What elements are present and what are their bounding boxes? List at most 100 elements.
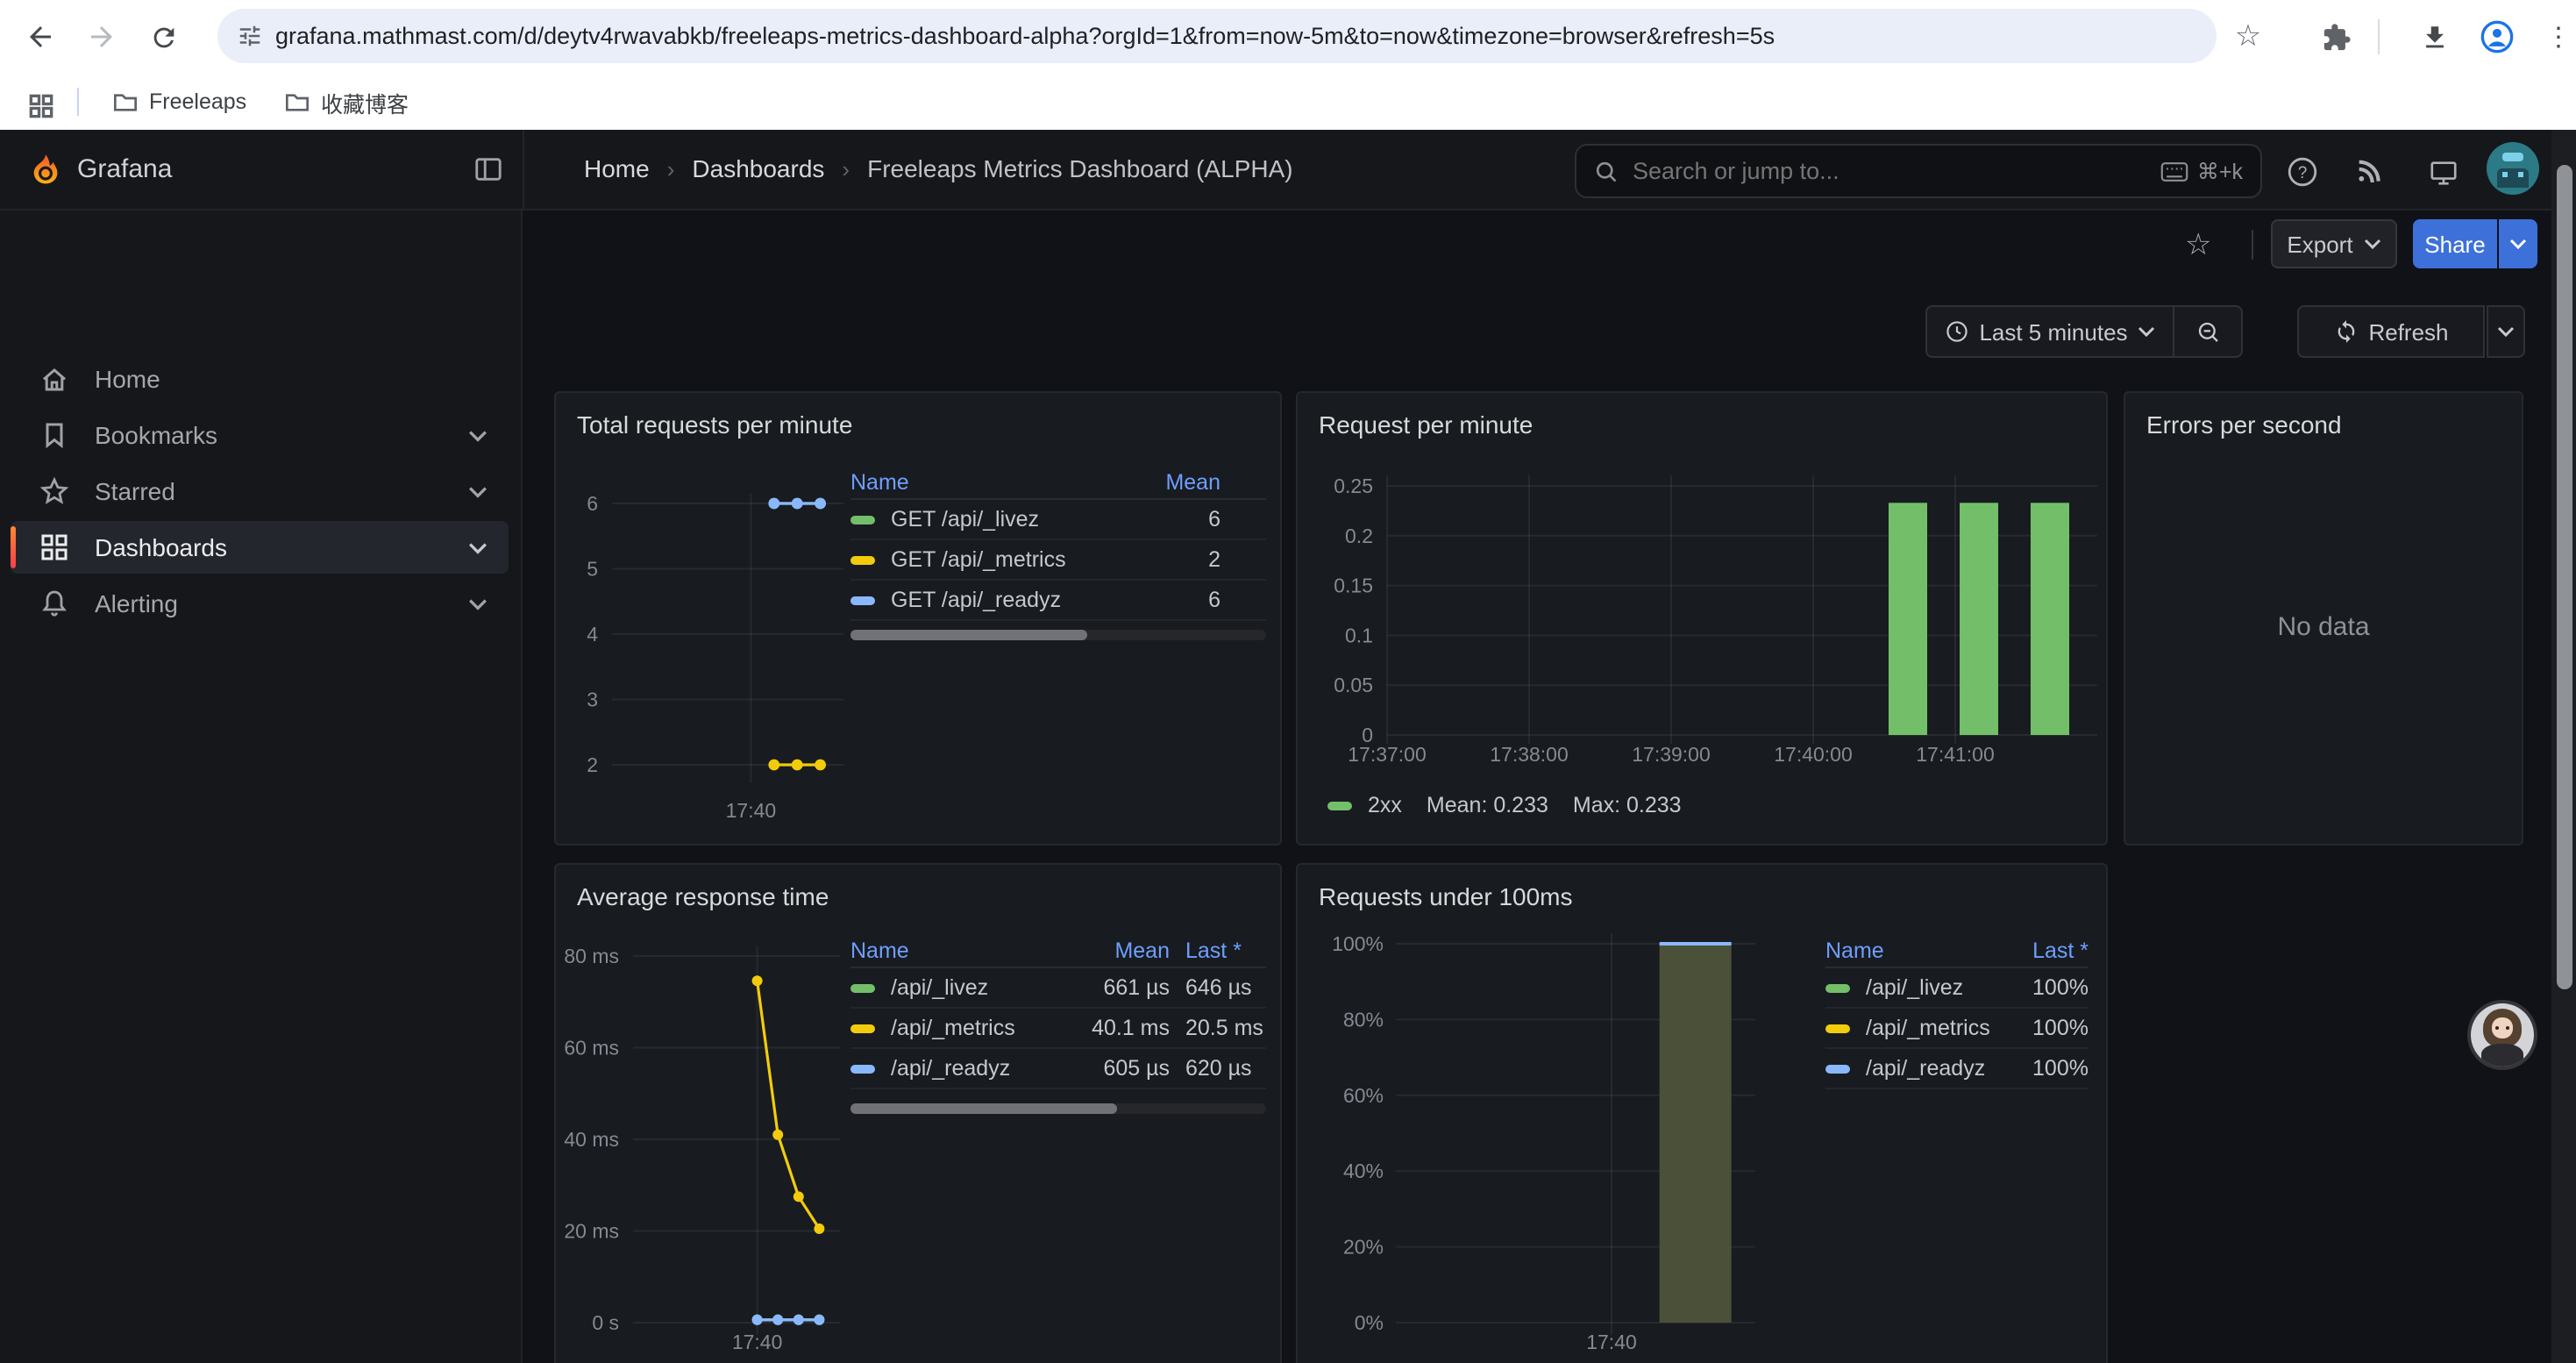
legend-row[interactable]: /api/_livez 661 µs 646 µs <box>850 968 1266 1009</box>
sidebar-toggle-icon[interactable] <box>473 154 503 184</box>
legend-row[interactable]: GET /api/_livez 6 <box>850 500 1266 540</box>
sidebar: Home Bookmarks Starred Dashboards Alerti <box>0 211 523 1363</box>
svg-text:6: 6 <box>587 492 598 515</box>
svg-text:3: 3 <box>587 689 598 711</box>
bookmark-label: Freeleaps <box>149 89 246 114</box>
sidebar-item-bookmarks[interactable]: Bookmarks <box>11 409 509 461</box>
legend-col-name[interactable]: Name <box>1825 938 2032 963</box>
legend-scrollbar[interactable] <box>850 630 1266 640</box>
downloads-icon[interactable] <box>2415 18 2453 56</box>
breadcrumb: Home › Dashboards › Freeleaps Metrics Da… <box>584 154 1293 182</box>
news-rss-icon[interactable] <box>2352 153 2390 191</box>
favorite-star-icon[interactable]: ☆ <box>2185 228 2212 263</box>
legend-col-last[interactable]: Last * <box>1170 938 1266 963</box>
sidebar-item-starred[interactable]: Starred <box>11 465 509 517</box>
bookmark-folder-blogs[interactable]: 收藏博客 <box>274 81 419 123</box>
extensions-icon[interactable] <box>2316 18 2355 56</box>
folder-icon <box>284 89 310 115</box>
topbar-divider <box>523 130 524 211</box>
dashboards-grid-icon <box>39 532 70 563</box>
avatar-body <box>2481 1044 2523 1067</box>
address-bar[interactable]: grafana.mathmast.com/d/deytv4rwavabkb/fr… <box>217 9 2217 63</box>
legend-row[interactable]: /api/_readyz 605 µs 620 µs <box>850 1049 1266 1089</box>
legend-row[interactable]: /api/_livez 100% <box>1825 968 2089 1009</box>
legend-row[interactable]: GET /api/_metrics 2 <box>850 540 1266 581</box>
grafana-logo[interactable] <box>28 153 63 188</box>
search-box[interactable]: ⌘+k <box>1575 144 2262 198</box>
user-avatar[interactable] <box>2487 142 2539 195</box>
search-input[interactable] <box>1633 158 2160 184</box>
svg-text:40%: 40% <box>1343 1160 1384 1182</box>
share-menu-button[interactable] <box>2499 219 2537 268</box>
series-swatch <box>850 1024 875 1032</box>
monitor-icon[interactable] <box>2423 153 2462 191</box>
url-text[interactable]: grafana.mathmast.com/d/deytv4rwavabkb/fr… <box>275 23 1775 49</box>
svg-text:20 ms: 20 ms <box>564 1220 619 1243</box>
chevron-down-icon[interactable] <box>468 541 487 553</box>
svg-text:4: 4 <box>587 623 598 646</box>
breadcrumb-current: Freeleaps Metrics Dashboard (ALPHA) <box>867 154 1293 182</box>
legend-header: Name Last * <box>1825 935 2089 968</box>
legend-row[interactable]: /api/_metrics 100% <box>1825 1009 2089 1049</box>
svg-text:17:40:00: 17:40:00 <box>1774 743 1853 766</box>
page-scrollbar-track[interactable] <box>2551 130 2576 1363</box>
breadcrumb-home[interactable]: Home <box>584 154 650 182</box>
legend-row[interactable]: /api/_readyz 100% <box>1825 1049 2089 1089</box>
apps-grid-icon[interactable] <box>21 86 60 125</box>
refresh-button[interactable]: Refresh <box>2297 305 2485 358</box>
help-icon[interactable]: ? <box>2283 153 2322 191</box>
zoom-out-icon <box>2195 318 2221 345</box>
sidebar-item-label: Dashboards <box>95 533 468 561</box>
bookmark-folder-freeleaps[interactable]: Freeleaps <box>102 81 257 123</box>
sidebar-item-dashboards[interactable]: Dashboards <box>11 521 509 574</box>
chevron-down-icon[interactable] <box>468 429 487 441</box>
export-button[interactable]: Export <box>2271 219 2397 268</box>
forward-icon[interactable] <box>82 18 121 56</box>
chevron-down-icon[interactable] <box>468 597 487 610</box>
browser-menu-kebab-icon[interactable]: ⋮ <box>2539 18 2576 56</box>
legend-inline[interactable]: 2xx Mean: 0.233 Max: 0.233 <box>1327 793 1682 817</box>
legend-table: Name Mean GET /api/_livez 6 GET /api/_me… <box>850 467 1266 621</box>
svg-text:17:40: 17:40 <box>1586 1331 1637 1353</box>
bell-icon <box>39 588 70 619</box>
legend-col-name[interactable]: Name <box>850 470 1152 495</box>
legend-scrollbar[interactable] <box>850 1103 1266 1114</box>
panel-errors-per-second: Errors per second No data <box>2124 391 2523 846</box>
search-icon <box>1594 159 1619 183</box>
dashboard-canvas: ☆ Export Share Last 5 minutes <box>523 211 2551 1363</box>
chevron-down-icon[interactable] <box>468 485 487 497</box>
series-swatch <box>850 983 875 992</box>
legend-col-name[interactable]: Name <box>850 938 1061 963</box>
svg-text:60 ms: 60 ms <box>564 1037 619 1060</box>
panel-title[interactable]: Errors per second <box>2146 410 2342 439</box>
svg-text:0.05: 0.05 <box>1334 674 1373 696</box>
legend-col-mean[interactable]: Mean <box>1152 470 1266 495</box>
breadcrumb-separator: › <box>842 155 850 182</box>
sidebar-item-home[interactable]: Home <box>11 353 509 405</box>
reload-icon[interactable] <box>144 18 182 56</box>
legend-row[interactable]: GET /api/_readyz 6 <box>850 581 1266 621</box>
sidebar-item-alerting[interactable]: Alerting <box>11 577 509 630</box>
legend-col-last[interactable]: Last * <box>2032 938 2089 963</box>
breadcrumb-dashboards[interactable]: Dashboards <box>692 154 824 182</box>
time-range-picker[interactable]: Last 5 minutes <box>1925 305 2174 358</box>
svg-text:0%: 0% <box>1355 1311 1384 1334</box>
floating-assistant-avatar[interactable] <box>2471 1003 2534 1067</box>
request-per-minute-chart[interactable]: 0.250.20.150.10.05017:37:0017:38:0017:39… <box>1298 393 2108 846</box>
no-data-message: No data <box>2125 612 2522 642</box>
page-scrollbar-thumb[interactable] <box>2556 165 2572 989</box>
legend-table: Name Last * /api/_livez 100% /api/_metri… <box>1825 935 2089 1089</box>
series-swatch <box>1327 801 1352 810</box>
bookmark-star-icon[interactable]: ☆ <box>2229 18 2267 56</box>
profile-avatar-icon[interactable] <box>2478 18 2516 56</box>
legend-col-mean[interactable]: Mean <box>1061 938 1170 963</box>
share-button[interactable]: Share <box>2413 219 2497 268</box>
legend-row[interactable]: /api/_metrics 40.1 ms 20.5 ms <box>850 1009 1266 1049</box>
zoom-out-button[interactable] <box>2173 305 2243 358</box>
back-icon[interactable] <box>21 18 60 56</box>
site-settings-tune-icon[interactable] <box>237 23 263 49</box>
svg-text:100%: 100% <box>1332 932 1384 955</box>
svg-text:0.1: 0.1 <box>1345 624 1373 646</box>
refresh-interval-button[interactable] <box>2487 305 2525 358</box>
keyboard-icon <box>2160 161 2188 182</box>
